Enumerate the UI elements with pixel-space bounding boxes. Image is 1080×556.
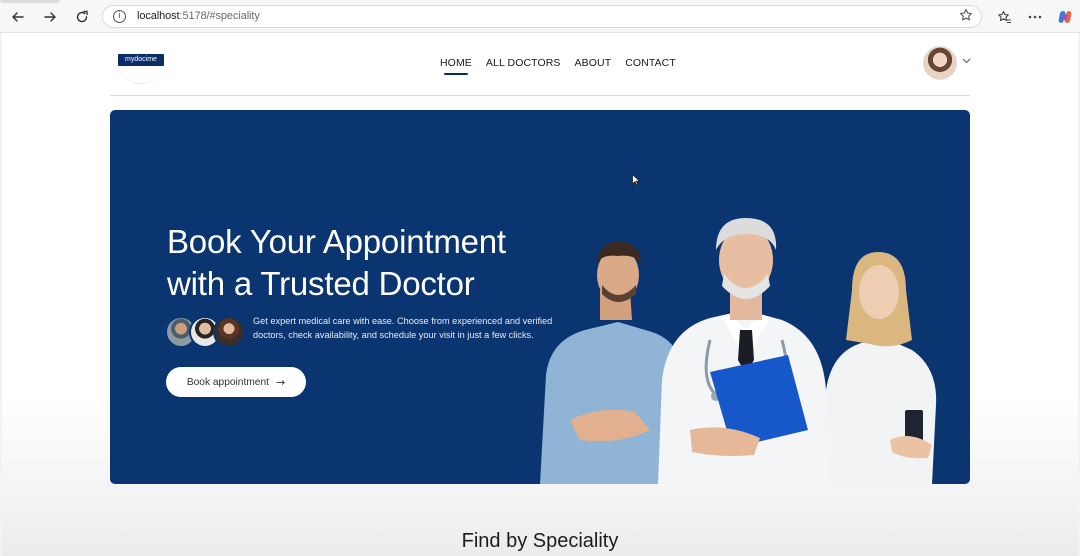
star-icon[interactable] — [959, 8, 973, 25]
user-avatar[interactable] — [923, 46, 957, 80]
favorites-icon[interactable] — [993, 6, 1015, 28]
book-appointment-label: Book appointment — [186, 376, 269, 388]
browser-toolbar: i localhost:5178/#speciality — [0, 0, 1080, 33]
main-nav: HOME ALL DOCTORS ABOUT CONTACT — [440, 57, 676, 75]
tab-strip — [0, 0, 1080, 3]
nav-divider — [110, 95, 970, 96]
doctors-hero-image — [540, 218, 937, 484]
doctor-avatar — [213, 316, 245, 348]
address-bar[interactable]: i localhost:5178/#speciality — [102, 5, 982, 28]
copilot-icon[interactable] — [1054, 6, 1076, 28]
active-tab[interactable] — [0, 0, 60, 3]
arrow-right-icon: → — [275, 375, 286, 389]
back-icon[interactable] — [6, 6, 30, 28]
hero-title-line-1: Book Your Appointment — [167, 223, 506, 260]
nav-item-home[interactable]: HOME — [440, 57, 472, 75]
hero-banner: Book Your Appointment with a Trusted Doc… — [110, 110, 970, 484]
page-viewport: mydocime HOME ALL DOCTORS ABOUT CONTACT … — [2, 33, 1078, 556]
url-text[interactable]: localhost:5178/#speciality — [137, 10, 260, 22]
speciality-section-title: Find by Speciality — [461, 530, 619, 552]
nav-item-about[interactable]: ABOUT — [575, 57, 612, 69]
doctor-right-figure — [822, 252, 937, 484]
hero-description: Get expert medical care with ease. Choos… — [253, 316, 553, 341]
url-path: :5178/#speciality — [179, 10, 260, 22]
hero-title-line-2: with a Trusted Doctor — [167, 265, 475, 302]
info-icon[interactable]: i — [113, 10, 126, 23]
hero-title: Book Your Appointment with a Trusted Doc… — [167, 221, 587, 305]
book-appointment-button[interactable]: Book appointment → — [166, 367, 306, 397]
nav-item-contact[interactable]: CONTACT — [625, 57, 676, 69]
forward-icon[interactable] — [38, 6, 62, 28]
mouse-cursor-icon — [632, 173, 641, 191]
logo-text: mydocime — [125, 56, 157, 63]
refresh-icon[interactable] — [70, 6, 94, 28]
nav-item-all-doctors[interactable]: ALL DOCTORS — [486, 57, 561, 69]
more-icon[interactable] — [1024, 6, 1046, 28]
site-logo[interactable]: mydocime — [118, 54, 164, 66]
doctor-group-avatars — [165, 316, 247, 350]
url-host: localhost — [137, 10, 180, 22]
doctor-center-figure — [658, 218, 830, 484]
chevron-down-icon[interactable] — [962, 56, 971, 67]
